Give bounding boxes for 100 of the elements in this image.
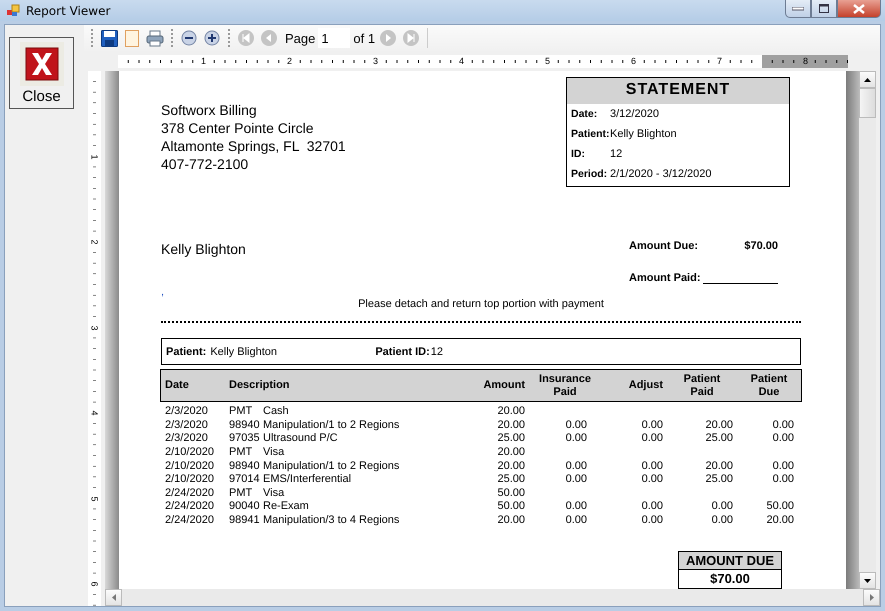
ruler-number: 4 (458, 56, 465, 66)
procedure-code: PMT (229, 405, 254, 418)
table-cell: Ultrasound P/C (263, 432, 338, 444)
table-cell-text: 0.00 (564, 514, 588, 528)
procedure-code: PMT (229, 486, 254, 500)
ruler-number: 5 (88, 495, 100, 502)
procedure-code: 90040 (229, 500, 261, 514)
patient-id: 12 (430, 346, 443, 358)
patient-label: Patient: (166, 346, 206, 358)
maximize-icon (819, 4, 829, 13)
field-label: Period: (571, 168, 608, 180)
table-cell-text: 0.00 (640, 459, 664, 473)
table-cell-text: 2/3/2020 (164, 418, 209, 432)
zoom-out-icon (181, 30, 197, 46)
table-cell-text: 25.00 (704, 432, 734, 446)
maximize-button[interactable] (811, 0, 837, 18)
zoom-in-icon (204, 30, 220, 46)
print-button[interactable] (145, 28, 165, 48)
ruler-number: 2 (286, 56, 293, 66)
zoom-in-button[interactable] (202, 28, 222, 48)
table-cell: 2/3/2020 (161, 401, 225, 419)
up-arrow-icon (864, 78, 871, 82)
amount-due-label: Amount Due: (629, 240, 700, 252)
company-address-line: Softworx Billing (161, 101, 258, 119)
table-cell: 20.00 (459, 401, 529, 419)
amount-paid-label: Amount Paid: (629, 272, 702, 284)
table-cell-text: 0.00 (564, 459, 588, 473)
procedure-code: 97014 (229, 473, 261, 486)
vertical-scrollbar[interactable] (859, 71, 876, 589)
page-number-field[interactable]: 1 (318, 28, 350, 48)
field-label: Patient: (571, 128, 610, 140)
statement-title: STATEMENT (567, 78, 789, 104)
close-button[interactable]: Close (9, 37, 74, 109)
patient-id-label: Patient ID: (375, 346, 430, 358)
table-cell-text: 0.00 (772, 418, 795, 432)
table-cell-text: 0.00 (564, 432, 588, 446)
amount-due-title: AMOUNT DUE (679, 552, 781, 570)
down-arrow-icon (864, 578, 871, 582)
table-cell: Manipulation/1 to 2 Regions (263, 460, 400, 472)
scroll-down-button[interactable] (859, 572, 876, 589)
minimize-button[interactable] (785, 0, 811, 18)
company-address-line: 378 Center Pointe Circle (161, 119, 315, 137)
table-cell-text: 0.00 (640, 514, 664, 528)
field-value: 12 (610, 148, 622, 160)
ruler-number: 3 (88, 324, 100, 331)
procedure-code: PMT (229, 446, 254, 460)
table-cell: Visa (263, 486, 284, 499)
scroll-up-button[interactable] (859, 71, 876, 88)
table-cell-text: 2/10/2020 (164, 472, 215, 487)
table-cell-text: 2/24/2020 (164, 486, 215, 500)
close-icon (853, 4, 865, 14)
table-cell-text: 2/10/2020 (164, 446, 215, 460)
table-cell-text: 25.00 (496, 432, 526, 446)
table-cell-text: 50.00 (496, 500, 526, 514)
table-cell-text: 25.00 (496, 472, 526, 487)
table-cell-text: 0.00 (564, 500, 588, 514)
close-window-button[interactable] (837, 0, 881, 18)
procedure-code: 98941 (229, 514, 261, 528)
table-cell: Visa (263, 446, 284, 458)
page-icon (125, 30, 139, 46)
company-address-line: Altamonte Springs, FL 32701 (161, 137, 347, 155)
column-header: Adjust (601, 370, 667, 401)
table-cell-text: 20.00 (765, 514, 795, 528)
table-cell-text: 50.00 (496, 486, 526, 500)
column-header: Date (161, 370, 225, 401)
ruler-number: 6 (630, 56, 637, 66)
ruler-number: 4 (88, 410, 100, 416)
field-label: ID: (571, 148, 586, 160)
scroll-right-button[interactable] (863, 589, 880, 606)
table-cell-text: 20.00 (704, 459, 734, 473)
table-cell-text: 0.00 (772, 432, 795, 446)
table-cell-text: 2/10/2020 (164, 459, 215, 473)
column-header: Patient Due (737, 370, 801, 401)
detach-note: Please detach and return top portion with payment (357, 298, 605, 310)
horizontal-scrollbar[interactable] (105, 589, 880, 606)
table-cell-text: 20.00 (496, 459, 526, 473)
table-cell-text: 0.00 (640, 472, 664, 487)
table-cell-text: 0.00 (640, 500, 664, 514)
stray-mark: , (161, 288, 165, 299)
save-button[interactable] (99, 28, 119, 48)
scroll-thumb[interactable] (859, 88, 876, 118)
table-cell-text: 25.00 (704, 472, 734, 487)
table-cell-text: 50.00 (765, 500, 795, 514)
field-value: 2/1/2020 - 3/12/2020 (610, 168, 712, 180)
scroll-left-button[interactable] (105, 589, 122, 606)
column-header: Patient Paid (667, 370, 737, 401)
right-arrow-icon (870, 594, 874, 601)
ruler-number: 3 (372, 56, 379, 66)
table-cell-text: 20.00 (496, 446, 526, 460)
table-cell-text: 20.00 (704, 418, 734, 432)
table-cell: EMS/Interferential (263, 473, 352, 486)
table-cell-text: 0.00 (772, 472, 795, 487)
amount-due-value: $70.00 (743, 240, 778, 252)
patient-name: Kelly Blighton (210, 346, 278, 358)
close-x-icon (20, 42, 64, 86)
zoom-out-button[interactable] (179, 28, 199, 48)
amount-due-total: $70.00 (709, 570, 751, 588)
ruler-number: 2 (88, 238, 100, 246)
ruler-number: 1 (88, 153, 100, 160)
table-cell: Manipulation/3 to 4 Regions (263, 514, 400, 526)
